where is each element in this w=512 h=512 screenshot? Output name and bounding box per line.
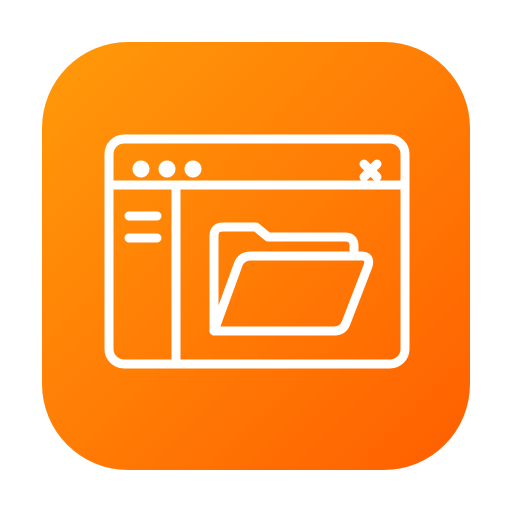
file-browser-app-icon[interactable] [42, 42, 470, 470]
window-dot-icon [132, 160, 150, 178]
window-dot-icon [184, 160, 202, 178]
canvas [0, 0, 512, 512]
window-dots [132, 160, 202, 178]
window-dot-icon [158, 160, 176, 178]
app-icon-graphic [42, 42, 470, 470]
close-icon [359, 159, 382, 182]
